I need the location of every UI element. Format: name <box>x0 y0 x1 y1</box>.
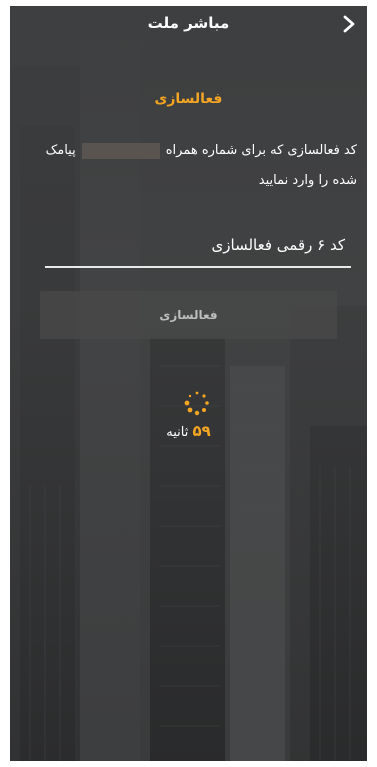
loading-spinner-icon <box>184 391 209 416</box>
screen: مباشر ملت فعالسازی کد فعالسازی که برای ش… <box>10 6 367 761</box>
chevron-right-icon <box>343 15 355 33</box>
timer-seconds: ۵۹ <box>192 422 211 440</box>
activation-code-field[interactable] <box>45 230 351 268</box>
page-title: مباشر ملت <box>147 14 230 32</box>
countdown-timer: ۵۹ ثانیه <box>10 422 367 440</box>
background-overlay <box>10 6 367 761</box>
description-text-start: کد فعالسازی که برای شماره همراه <box>165 143 357 158</box>
phone-number-redacted <box>81 142 160 159</box>
timer-unit: ثانیه <box>166 425 189 440</box>
activate-button[interactable]: فعالسازی <box>40 291 337 339</box>
back-button[interactable] <box>337 11 361 37</box>
header: مباشر ملت <box>10 6 367 46</box>
activation-description: کد فعالسازی که برای شماره همراهپیامک شده… <box>20 136 357 196</box>
activation-code-input[interactable] <box>45 230 351 260</box>
activation-title: فعالسازی <box>154 91 223 107</box>
